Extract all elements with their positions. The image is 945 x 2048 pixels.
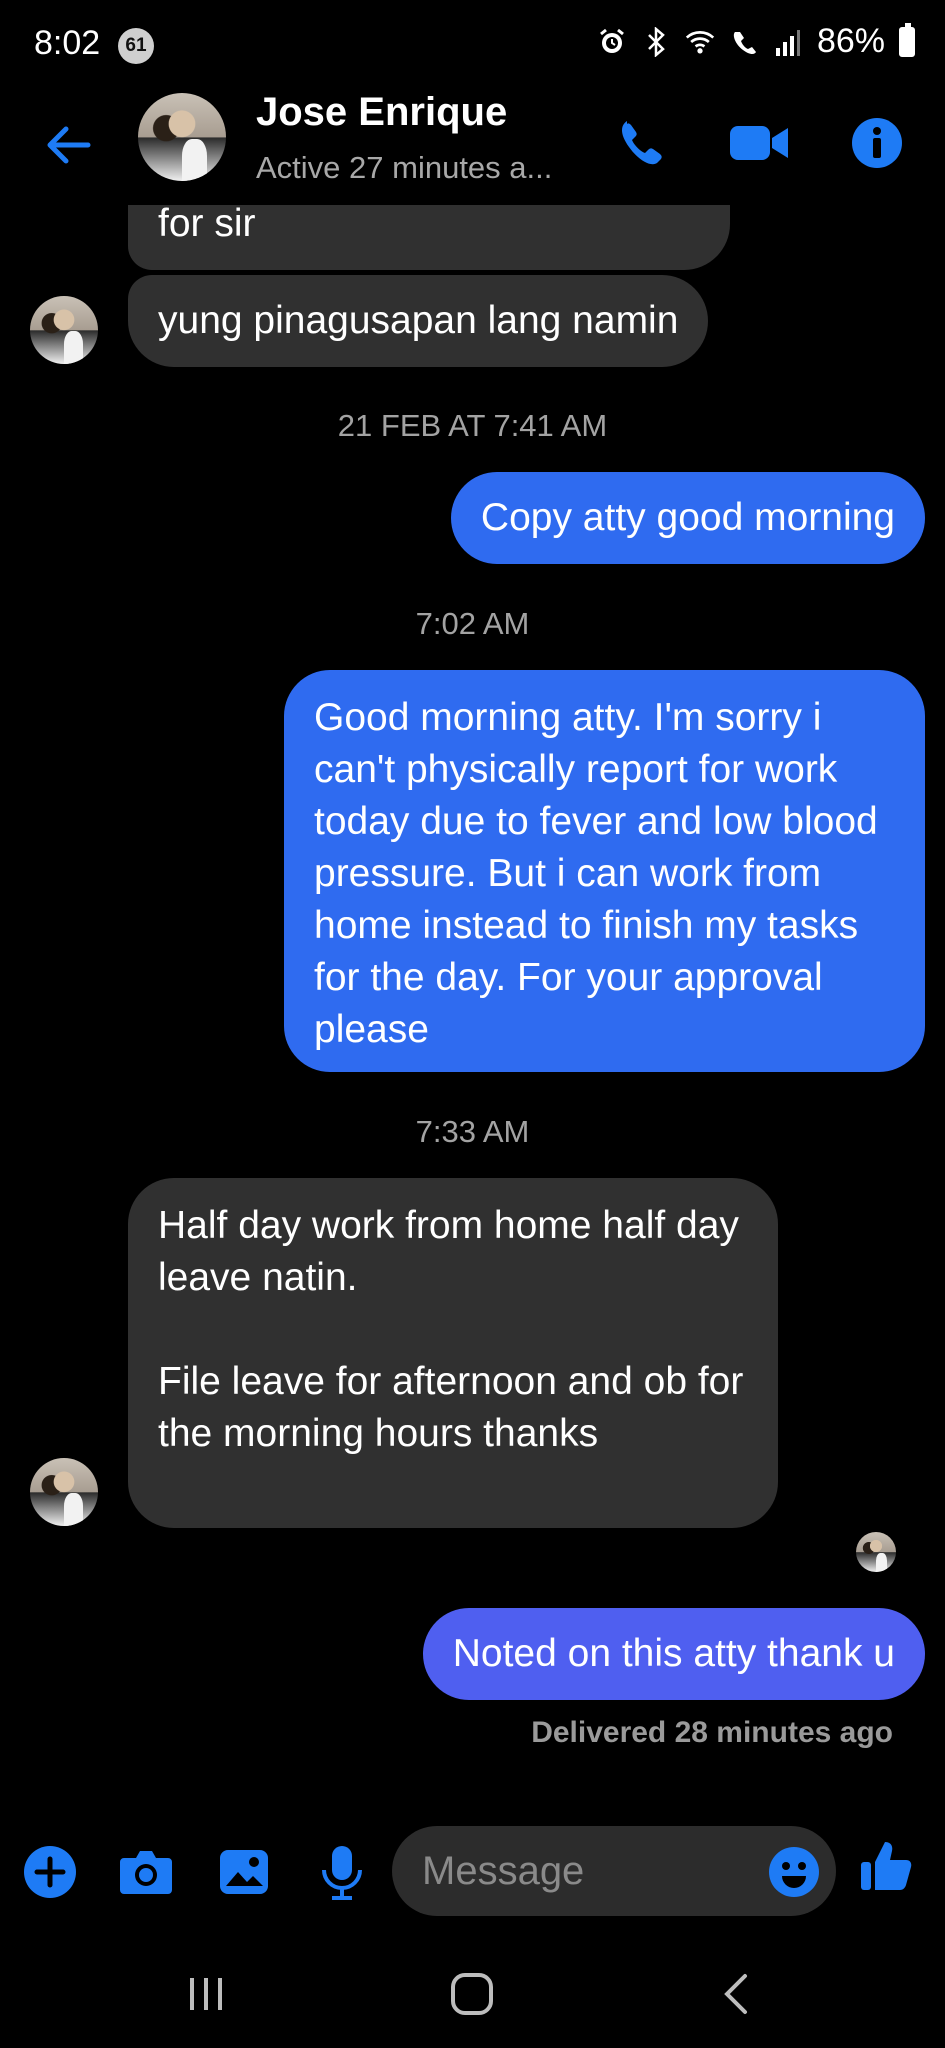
recent-apps-icon [190, 1978, 222, 2010]
wifi-calling-icon [729, 25, 759, 59]
contact-name[interactable]: Jose Enrique [256, 90, 507, 135]
phone-icon [622, 121, 662, 165]
plus-icon [24, 1846, 76, 1898]
notification-count-badge: 61 [118, 28, 154, 64]
message-composer [0, 1822, 945, 1922]
video-camera-icon [730, 126, 788, 160]
battery-percentage: 86% [816, 22, 885, 60]
signal-icon [773, 25, 803, 59]
gallery-icon [220, 1850, 268, 1894]
sender-avatar[interactable] [30, 296, 98, 364]
system-navigation-bar [0, 1940, 945, 2048]
message-bubble-outgoing[interactable]: Copy atty good morning [450, 472, 925, 564]
home-icon [451, 1973, 493, 2015]
message-bubble-outgoing[interactable]: Noted on this atty thank u [422, 1608, 925, 1700]
more-actions-button[interactable] [20, 1842, 80, 1902]
message-timestamp: 7:33 AM [415, 1114, 530, 1149]
contact-avatar[interactable] [138, 93, 226, 181]
gallery-button[interactable] [214, 1842, 274, 1902]
status-time: 8:02 [34, 24, 101, 62]
chat-header: Jose Enrique Active 27 minutes a... [0, 90, 945, 205]
emoji-icon[interactable] [768, 1846, 820, 1898]
video-call-button[interactable] [724, 108, 794, 178]
camera-button[interactable] [116, 1842, 176, 1902]
seen-by-avatar [856, 1532, 896, 1572]
message-bubble-incoming[interactable]: yung pinagusapan lang namin [128, 275, 709, 367]
microphone-icon [322, 1846, 362, 1900]
conversation-info-button[interactable] [842, 108, 912, 178]
message-bubble-incoming[interactable]: Half day work from home half day leave n… [128, 1178, 778, 1528]
back-navigation-button[interactable] [706, 1966, 766, 2022]
status-icons: 86% [597, 22, 915, 61]
wifi-icon [685, 25, 715, 59]
contact-active-status: Active 27 minutes a... [256, 150, 553, 185]
like-button[interactable] [856, 1836, 916, 1896]
info-icon [852, 118, 902, 168]
delivery-status: Delivered 28 minutes ago [531, 1716, 893, 1749]
bluetooth-icon [641, 25, 671, 59]
voice-call-button[interactable] [606, 108, 676, 178]
message-timestamp: 7:02 AM [415, 606, 530, 641]
message-bubble-outgoing[interactable]: Good morning atty. I'm sorry i can't phy… [284, 670, 925, 1072]
back-arrow-icon [47, 126, 91, 164]
camera-icon [120, 1851, 172, 1894]
alarm-icon [597, 25, 627, 59]
recent-apps-button[interactable] [176, 1966, 236, 2022]
home-button[interactable] [442, 1966, 502, 2022]
back-button[interactable] [38, 115, 98, 175]
status-bar: 8:02 61 86% [0, 0, 945, 90]
back-chevron-icon [724, 1974, 747, 2014]
message-timestamp: 21 FEB AT 7:41 AM [337, 408, 608, 443]
battery-icon [899, 22, 915, 57]
thumbs-up-icon [861, 1842, 912, 1890]
sender-avatar[interactable] [30, 1458, 98, 1526]
voice-message-button[interactable] [312, 1842, 372, 1902]
